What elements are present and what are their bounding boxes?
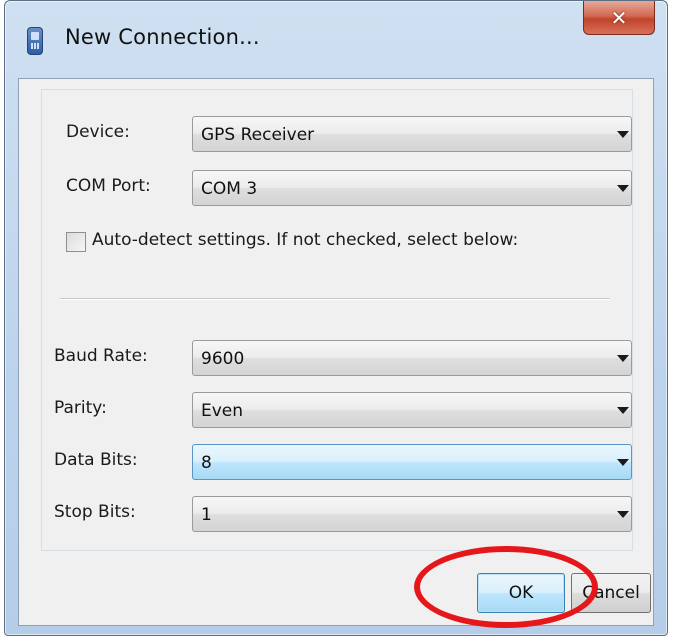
com-port-value: COM 3 bbox=[201, 179, 258, 199]
parity-value: Even bbox=[201, 401, 244, 421]
com-port-select[interactable]: COM 3 bbox=[192, 170, 632, 206]
close-button[interactable]: ✕ bbox=[583, 1, 655, 35]
dialog-client-area: Device: GPS Receiver COM Port: COM 3 Aut… bbox=[18, 78, 654, 626]
com-port-label: COM Port: bbox=[66, 176, 151, 196]
stop-bits-select[interactable]: 1 bbox=[192, 496, 632, 532]
baud-rate-select[interactable]: 9600 bbox=[192, 340, 632, 376]
auto-detect-label[interactable]: Auto-detect settings. If not checked, se… bbox=[92, 230, 518, 250]
baud-rate-label: Baud Rate: bbox=[54, 346, 148, 366]
auto-detect-checkbox[interactable] bbox=[66, 232, 86, 252]
section-divider bbox=[60, 298, 610, 300]
cancel-button[interactable]: Cancel bbox=[571, 573, 651, 613]
stop-bits-label: Stop Bits: bbox=[54, 502, 136, 522]
title-bar[interactable]: New Connection... ✕ bbox=[5, 1, 667, 81]
parity-label: Parity: bbox=[54, 398, 107, 418]
device-value: GPS Receiver bbox=[201, 125, 315, 145]
data-bits-label: Data Bits: bbox=[54, 450, 138, 470]
parity-select[interactable]: Even bbox=[192, 392, 632, 428]
settings-panel: Device: GPS Receiver COM Port: COM 3 Aut… bbox=[41, 89, 633, 551]
close-icon: ✕ bbox=[610, 5, 628, 30]
device-select[interactable]: GPS Receiver bbox=[192, 116, 632, 152]
baud-rate-value: 9600 bbox=[201, 349, 245, 369]
stop-bits-value: 1 bbox=[201, 505, 212, 525]
window-title: New Connection... bbox=[65, 25, 260, 49]
data-bits-value: 8 bbox=[201, 453, 212, 473]
ok-button[interactable]: OK bbox=[477, 573, 565, 613]
device-label: Device: bbox=[66, 122, 130, 142]
data-bits-select[interactable]: 8 bbox=[192, 444, 632, 480]
device-app-icon bbox=[27, 27, 43, 55]
